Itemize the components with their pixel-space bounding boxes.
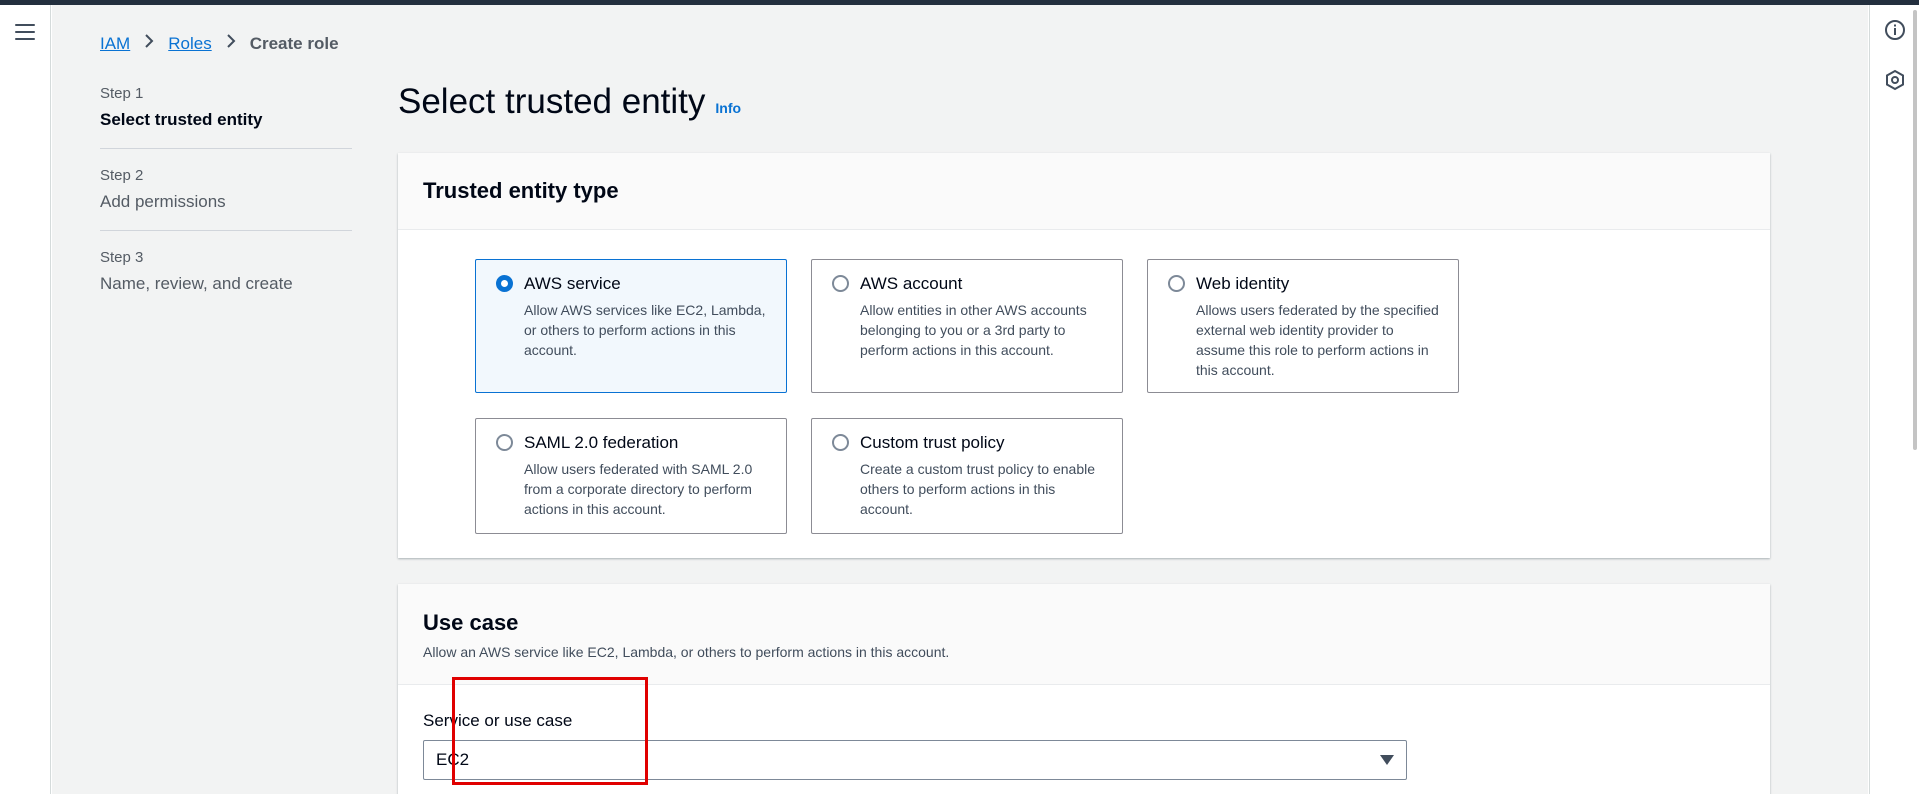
left-navigation-rail — [0, 5, 51, 794]
card-description: Allow an AWS service like EC2, Lambda, o… — [423, 644, 950, 660]
option-web-identity[interactable]: Web identity Allows users federated by t… — [1147, 259, 1459, 393]
caret-down-icon — [1380, 755, 1394, 765]
annotation-highlight-box — [452, 677, 648, 785]
option-description: Allow users federated with SAML 2.0 from… — [524, 461, 753, 517]
breadcrumb: IAM Roles Create role — [100, 33, 339, 54]
radio-button[interactable] — [1168, 275, 1185, 292]
option-description: Allow AWS services like EC2, Lambda, or … — [524, 302, 766, 358]
right-tools-rail — [1869, 5, 1919, 794]
wizard-step-2: Step 2 Add permissions — [100, 167, 352, 231]
card-header: Use case Allow an AWS service like EC2, … — [398, 584, 1770, 685]
page-title: Select trusted entity Info — [398, 82, 741, 122]
option-description: Create a custom trust policy to enable o… — [860, 461, 1096, 517]
step-title: Select trusted entity — [100, 110, 263, 129]
option-title: SAML 2.0 federation — [524, 433, 679, 452]
option-title: Web identity — [1196, 274, 1290, 293]
option-title: Custom trust policy — [860, 433, 1005, 452]
step-number: Step 3 — [100, 249, 144, 266]
option-title: AWS service — [524, 274, 621, 293]
step-number: Step 2 — [100, 167, 144, 184]
option-aws-account[interactable]: AWS account Allow entities in other AWS … — [811, 259, 1123, 393]
page-heading: Select trusted entity — [398, 82, 706, 121]
step-title: Name, review, and create — [100, 274, 293, 293]
info-icon[interactable] — [1884, 19, 1906, 41]
wizard-step-3: Step 3 Name, review, and create — [100, 249, 352, 312]
option-title: AWS account — [860, 274, 963, 293]
radio-button[interactable] — [496, 275, 513, 292]
breadcrumb-roles[interactable]: Roles — [168, 34, 211, 54]
radio-button[interactable] — [832, 434, 849, 451]
option-aws-service[interactable]: AWS service Allow AWS services like EC2,… — [475, 259, 787, 393]
card-heading: Trusted entity type — [423, 178, 619, 203]
info-link[interactable]: Info — [715, 100, 741, 116]
radio-button[interactable] — [832, 275, 849, 292]
settings-hexagon-icon[interactable] — [1884, 69, 1906, 91]
chevron-right-icon — [144, 33, 154, 54]
step-title: Add permissions — [100, 192, 226, 211]
option-description: Allow entities in other AWS accounts bel… — [860, 302, 1087, 358]
menu-icon[interactable] — [15, 24, 35, 42]
wizard-step-1[interactable]: Step 1 Select trusted entity — [100, 85, 352, 149]
breadcrumb-current: Create role — [249, 33, 339, 53]
option-saml-federation[interactable]: SAML 2.0 federation Allow users federate… — [475, 418, 787, 534]
option-custom-trust-policy[interactable]: Custom trust policy Create a custom trus… — [811, 418, 1123, 534]
card-header: Trusted entity type — [398, 153, 1770, 230]
card-heading: Use case — [423, 610, 519, 635]
option-description: Allows users federated by the specified … — [1196, 302, 1439, 378]
step-number: Step 1 — [100, 85, 144, 102]
wizard-steps: Step 1 Select trusted entity Step 2 Add … — [100, 85, 352, 330]
chevron-right-icon — [226, 33, 236, 54]
breadcrumb-iam[interactable]: IAM — [100, 34, 130, 54]
scrollbar[interactable] — [1913, 10, 1917, 450]
radio-button[interactable] — [496, 434, 513, 451]
